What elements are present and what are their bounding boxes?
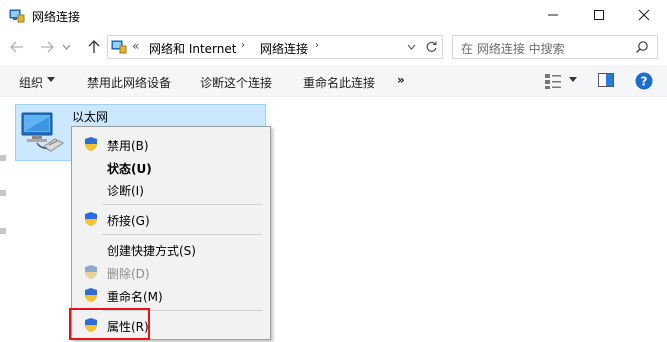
recent-locations-button[interactable] (60, 38, 72, 56)
menu-item-label: 桥接(G) (107, 214, 150, 228)
menu-item-create-shortcut[interactable]: 创建快捷方式(S) (72, 238, 270, 260)
window-title: 网络连接 (32, 10, 81, 24)
caret-down-icon[interactable] (569, 77, 577, 82)
address-overflow[interactable]: « (132, 39, 139, 53)
menu-item-label: 创建快捷方式(S) (107, 244, 196, 258)
uac-shield-icon (85, 212, 97, 226)
breadcrumb-separator[interactable]: › (315, 40, 319, 51)
sidebar-edge-mark (0, 190, 6, 196)
breadcrumb-network-connections[interactable]: 网络连接 (260, 40, 308, 57)
network-connections-icon (111, 40, 127, 54)
arrow-up-icon (88, 40, 100, 53)
navigation-row: « 网络和 Internet › 网络连接 › 在 网络连接 中搜索 (0, 32, 667, 62)
sidebar-edge-mark (0, 155, 6, 161)
menu-item-label: 重命名(M) (107, 290, 163, 304)
breadcrumb-separator[interactable]: › (241, 40, 245, 51)
up-button[interactable] (85, 38, 103, 56)
view-options-icon[interactable] (544, 72, 562, 90)
svg-text:?: ? (641, 75, 648, 89)
diagnose-connection-button[interactable]: 诊断这个连接 (200, 74, 272, 91)
menu-item-rename[interactable]: 重命名(M) (72, 284, 270, 306)
menu-item-delete: 删除(D) (72, 261, 270, 283)
address-history-button[interactable] (404, 40, 418, 54)
chevron-down-icon (407, 44, 415, 50)
caret-down-icon[interactable] (47, 77, 55, 82)
back-button[interactable] (8, 38, 26, 56)
arrow-left-icon (10, 41, 23, 53)
menu-item-disable[interactable]: 禁用(B) (72, 133, 270, 155)
breadcrumb-network-internet[interactable]: 网络和 Internet (149, 40, 236, 57)
chevron-down-icon (62, 44, 70, 50)
refresh-icon (426, 41, 437, 52)
command-bar: 组织 禁用此网络设备 诊断这个连接 重命名此连接 » ? (0, 65, 667, 97)
minimize-button[interactable] (530, 0, 576, 30)
menu-separator (102, 204, 262, 205)
refresh-button[interactable] (423, 39, 439, 55)
menu-item-label: 删除(D) (107, 267, 150, 281)
disable-device-button[interactable]: 禁用此网络设备 (87, 74, 171, 91)
address-bar[interactable]: « 网络和 Internet › 网络连接 › (107, 35, 443, 59)
adapter-name: 以太网 (72, 110, 109, 124)
menu-item-label: 状态(U) (107, 162, 152, 176)
sidebar-edge-mark (0, 228, 6, 234)
network-connections-icon (9, 9, 25, 23)
menu-separator (102, 234, 262, 235)
uac-shield-icon (85, 137, 97, 151)
search-icon[interactable] (635, 40, 649, 54)
menu-item-diagnose[interactable]: 诊断(I) (72, 178, 270, 200)
search-input[interactable]: 在 网络连接 中搜索 (452, 35, 658, 59)
arrow-right-icon (41, 41, 54, 53)
minimize-icon (548, 14, 558, 16)
uac-shield-icon (85, 265, 97, 279)
ethernet-adapter-icon (21, 112, 64, 152)
search-placeholder: 在 网络连接 中搜索 (461, 42, 565, 56)
title-bar: 网络连接 (0, 0, 667, 32)
highlight-annotation-box (69, 308, 150, 340)
maximize-button[interactable] (576, 0, 622, 30)
close-button[interactable] (621, 0, 667, 30)
menu-item-bridge[interactable]: 桥接(G) (72, 208, 270, 230)
menu-item-label: 禁用(B) (107, 139, 149, 153)
organize-menu[interactable]: 组织 (19, 74, 43, 91)
forward-button[interactable] (38, 38, 56, 56)
help-icon[interactable]: ? (635, 72, 653, 90)
uac-shield-icon (85, 288, 97, 302)
close-icon (638, 9, 650, 21)
maximize-icon (594, 10, 604, 20)
menu-item-status[interactable]: 状态(U) (72, 156, 270, 178)
menu-item-label: 诊断(I) (107, 184, 144, 198)
rename-connection-button[interactable]: 重命名此连接 (303, 74, 375, 91)
preview-pane-icon[interactable] (598, 73, 614, 87)
more-commands-button[interactable]: » (397, 73, 405, 87)
